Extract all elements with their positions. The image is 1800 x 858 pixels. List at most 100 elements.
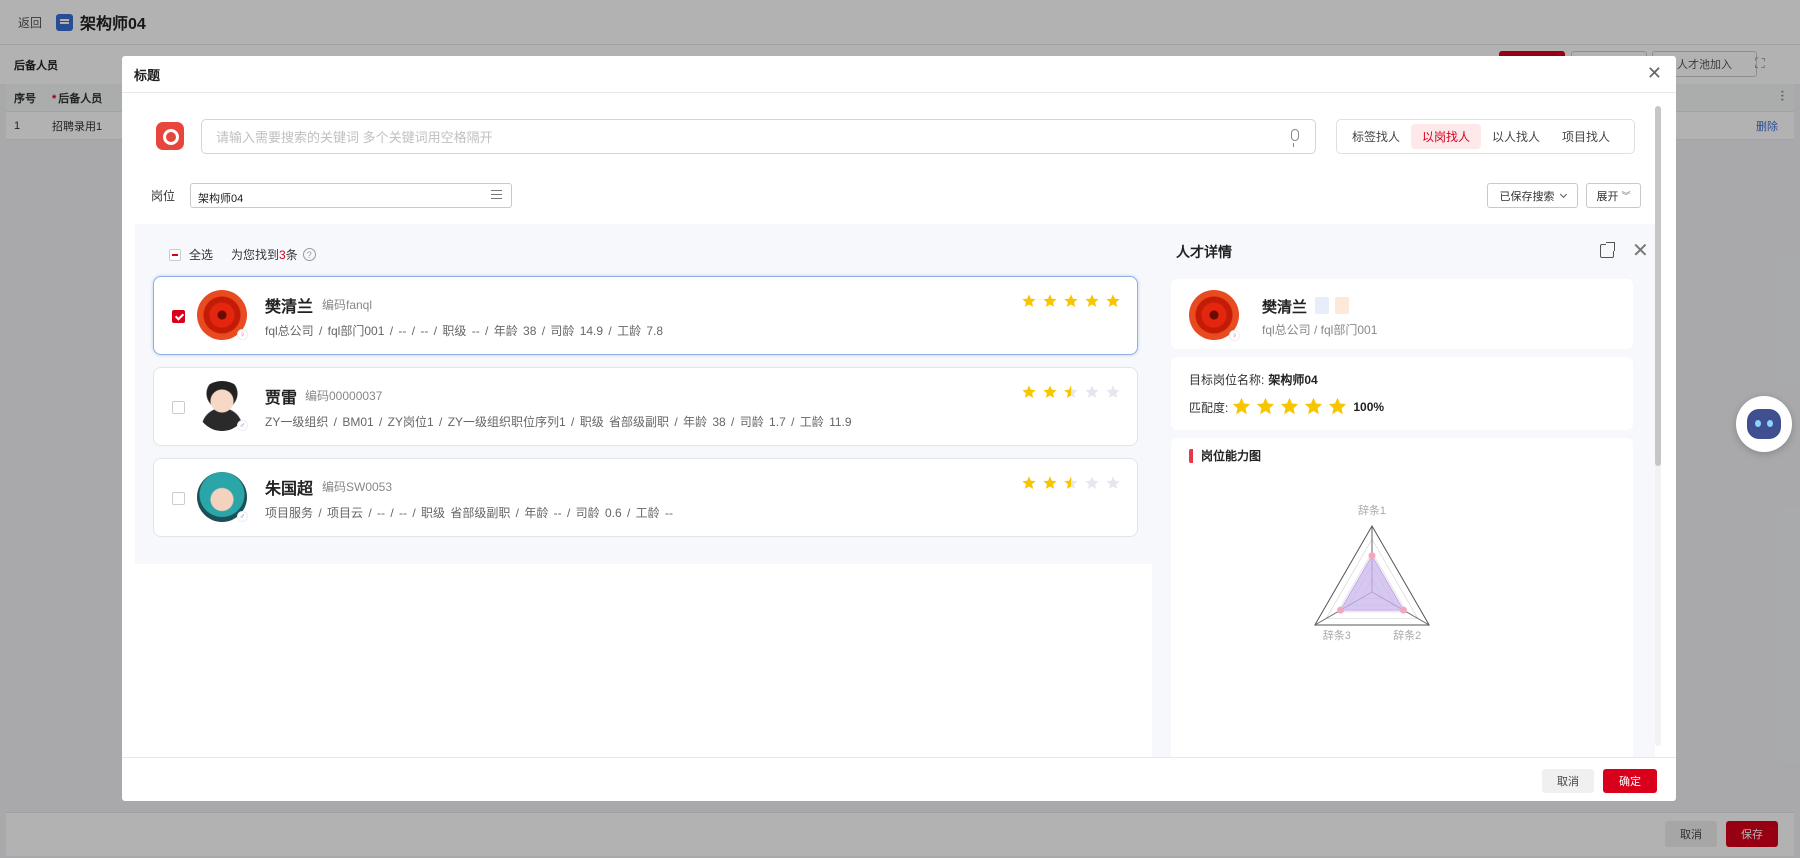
target-position-value: 架构师04 xyxy=(1268,373,1318,387)
star-half-icon xyxy=(1063,475,1084,493)
star-filled-icon xyxy=(1021,475,1042,493)
star-filled-icon xyxy=(1021,384,1042,402)
tab-tag-search[interactable]: 标签找人 xyxy=(1341,124,1411,149)
close-icon[interactable]: ✕ xyxy=(1632,238,1649,263)
star-filled-icon xyxy=(1021,293,1042,311)
ability-chart-title: 岗位能力图 xyxy=(1189,449,1261,463)
help-icon[interactable]: ? xyxy=(302,248,316,261)
cancel-button[interactable]: 取消 xyxy=(1542,769,1594,793)
modal-footer: 取消 确定 xyxy=(122,757,1676,801)
radar-axis-label: 辞条3 xyxy=(1323,628,1351,642)
candidate-info: 项目服务 / 项目云 / -- / -- / 职级 省部级副职 / 年龄 -- … xyxy=(265,506,674,520)
rating-stars xyxy=(1021,384,1126,402)
star-filled-icon xyxy=(1042,475,1063,493)
star-empty-icon xyxy=(1105,475,1126,493)
confirm-button[interactable]: 确定 xyxy=(1603,769,1657,793)
modal-header: 标题 ✕ xyxy=(122,56,1676,93)
star-filled-icon xyxy=(1327,396,1351,418)
tag-badge xyxy=(1335,297,1349,314)
close-icon[interactable]: ✕ xyxy=(1647,63,1662,84)
tag-badge xyxy=(1315,297,1329,314)
radar-point xyxy=(1337,606,1345,614)
robot-assistant-icon[interactable] xyxy=(1736,396,1792,452)
match-label: 匹配度: xyxy=(1189,400,1229,415)
ability-chart-card: 辞条1 辞条2 辞条3 岗位能力图 xyxy=(1171,438,1633,768)
candidate-code: 编码00000037 xyxy=(305,389,383,403)
scrollbar[interactable] xyxy=(1655,106,1661,746)
select-all-checkbox[interactable] xyxy=(169,248,181,261)
result-list-header: 全选 为您找到3条 ? xyxy=(169,246,316,263)
candidate-card[interactable]: ♂ 贾雷 编码00000037 ZY一级组织 / BM01 / ZY岗位1 / … xyxy=(153,367,1138,446)
detail-org: fql总公司 / fql部门001 xyxy=(1262,323,1378,337)
star-filled-icon xyxy=(1042,384,1063,402)
radar-axis-label: 辞条2 xyxy=(1393,628,1421,642)
star-filled-icon xyxy=(1063,293,1084,311)
talent-detail-panel: 人才详情 ✕ ♀ 樊清兰 fql总公司 / fql部门001 目标岗位名称: 架构… xyxy=(1152,224,1655,768)
position-filter-label: 岗位 xyxy=(151,189,176,203)
modal-title: 标题 xyxy=(134,67,161,83)
target-position-row: 目标岗位名称: 架构师04 xyxy=(1189,371,1318,388)
position-filter-value: 架构师04 xyxy=(198,193,244,205)
candidate-checkbox[interactable] xyxy=(172,310,185,323)
tab-person-search[interactable]: 以人找人 xyxy=(1481,124,1551,149)
candidate-name[interactable]: 贾雷 xyxy=(265,384,297,408)
microphone-icon[interactable] xyxy=(1291,129,1299,147)
target-position-label: 目标岗位名称: xyxy=(1189,373,1265,387)
search-box xyxy=(201,119,1316,154)
talent-search-modal: 标题 ✕ 标签找人 以岗找人 以人找人 项目找人 岗位 架构师04 已保存搜索 … xyxy=(122,56,1676,801)
chevron-down-icon xyxy=(1559,190,1567,198)
match-stars xyxy=(1231,396,1351,418)
match-percent: 100% xyxy=(1353,400,1385,414)
double-chevron-down-icon: ︾ xyxy=(1621,191,1631,201)
tab-project-search[interactable]: 项目找人 xyxy=(1551,124,1621,149)
star-empty-icon xyxy=(1084,384,1105,402)
candidate-checkbox[interactable] xyxy=(172,492,185,505)
match-row: 匹配度: 100% xyxy=(1189,396,1384,418)
candidate-card[interactable]: ♀ 樊清兰 编码fanql fql总公司 / fql部门001 / -- / -… xyxy=(153,276,1138,355)
list-icon[interactable] xyxy=(491,190,502,199)
star-filled-icon xyxy=(1084,293,1105,311)
candidate-info: ZY一级组织 / BM01 / ZY岗位1 / ZY一级组织职位序列1 / 职级… xyxy=(265,415,852,429)
detail-profile-card: ♀ 樊清兰 fql总公司 / fql部门001 xyxy=(1171,279,1633,349)
select-all-label[interactable]: 全选 xyxy=(189,246,213,263)
candidate-code: 编码fanql xyxy=(322,298,373,312)
detail-match-card: 目标岗位名称: 架构师04 匹配度: 100% xyxy=(1171,357,1633,430)
detail-title: 人才详情 xyxy=(1176,244,1232,260)
star-filled-icon xyxy=(1303,396,1327,418)
radar-point xyxy=(1368,552,1376,560)
candidate-name[interactable]: 樊清兰 xyxy=(265,293,313,317)
rating-stars xyxy=(1021,475,1126,493)
star-empty-icon xyxy=(1084,475,1105,493)
radar-chart: 辞条1 辞条2 辞条3 xyxy=(1313,503,1431,642)
star-half-icon xyxy=(1063,384,1084,402)
star-filled-icon xyxy=(1105,293,1126,311)
open-external-icon[interactable] xyxy=(1600,242,1615,258)
radar-axis-label: 辞条1 xyxy=(1358,503,1386,517)
rating-stars xyxy=(1021,293,1126,311)
saved-search-button[interactable]: 已保存搜索 xyxy=(1487,183,1578,208)
star-empty-icon xyxy=(1105,384,1126,402)
position-filter-field[interactable]: 架构师04 xyxy=(190,183,512,208)
male-icon: ♂ xyxy=(237,511,248,522)
star-filled-icon xyxy=(1042,293,1063,311)
result-count: 为您找到3条 xyxy=(231,248,298,262)
radar-point xyxy=(1399,606,1407,614)
candidate-card[interactable]: ♂ 朱国超 编码SW0053 项目服务 / 项目云 / -- / -- / 职级… xyxy=(153,458,1138,537)
candidate-info: fql总公司 / fql部门001 / -- / -- / 职级 -- / 年龄… xyxy=(265,324,664,338)
expand-button[interactable]: 展开 ︾ xyxy=(1586,183,1641,208)
star-filled-icon xyxy=(1255,396,1279,418)
search-mode-tabs: 标签找人 以岗找人 以人找人 项目找人 xyxy=(1336,119,1635,154)
search-logo-icon xyxy=(156,122,184,150)
female-icon: ♀ xyxy=(237,329,248,340)
star-filled-icon xyxy=(1231,396,1255,418)
female-icon: ♀ xyxy=(1229,330,1240,341)
scrollbar-thumb[interactable] xyxy=(1655,106,1661,466)
detail-name: 樊清兰 xyxy=(1262,299,1308,316)
star-filled-icon xyxy=(1279,396,1303,418)
result-list: 全选 为您找到3条 ? ♀ 樊清兰 编码fanql fql总公司 / fql部门… xyxy=(135,224,1152,564)
tab-position-search[interactable]: 以岗找人 xyxy=(1411,124,1482,149)
candidate-checkbox[interactable] xyxy=(172,401,185,414)
candidate-name[interactable]: 朱国超 xyxy=(265,475,313,499)
candidate-code: 编码SW0053 xyxy=(322,480,393,494)
search-input[interactable] xyxy=(216,128,1256,146)
